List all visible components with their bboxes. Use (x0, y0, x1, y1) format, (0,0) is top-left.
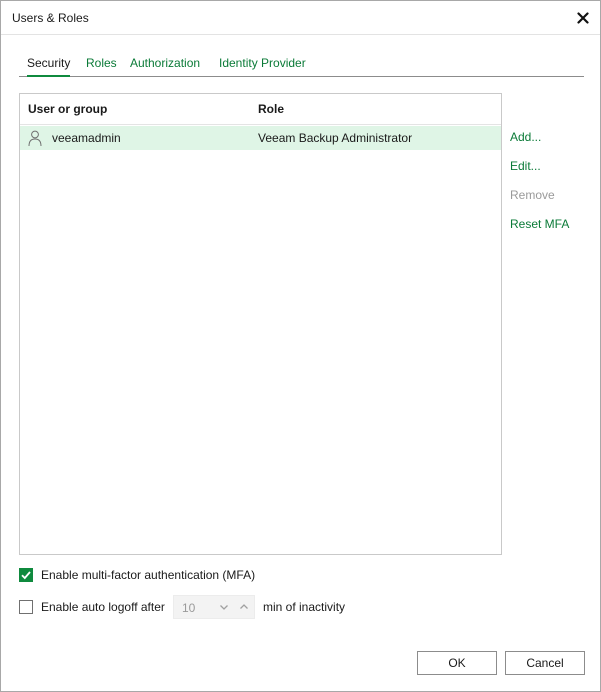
tab-bar: Security Roles Authorization Identity Pr… (19, 55, 584, 77)
title-bar: Users & Roles (1, 1, 600, 35)
add-link[interactable]: Add... (510, 130, 541, 144)
checkmark-icon (21, 571, 31, 580)
table-header: User or group Role (20, 94, 501, 125)
row-role: Veeam Backup Administrator (258, 131, 413, 145)
column-header-user[interactable]: User or group (28, 102, 107, 116)
tab-security[interactable]: Security (27, 56, 71, 77)
autologoff-suffix: min of inactivity (263, 600, 346, 614)
users-table[interactable]: User or group Role veeamadmin Veeam Back… (19, 93, 502, 555)
table-row[interactable]: veeamadmin Veeam Backup Administrator (20, 126, 501, 150)
tab-roles[interactable]: Roles (86, 56, 117, 76)
ok-button[interactable]: OK (417, 651, 497, 675)
cancel-button[interactable]: Cancel (505, 651, 585, 675)
window-title: Users & Roles (12, 11, 89, 25)
tab-authorization[interactable]: Authorization (130, 56, 200, 76)
autologoff-checkbox[interactable] (19, 600, 33, 614)
chevron-up-icon (240, 604, 248, 609)
autologoff-label[interactable]: Enable auto logoff after (41, 600, 165, 614)
row-user-name: veeamadmin (52, 131, 121, 145)
close-button[interactable] (572, 7, 594, 29)
mfa-checkbox[interactable] (19, 568, 33, 582)
chevron-down-icon (220, 605, 228, 610)
autologoff-minutes-value: 10 (182, 601, 196, 615)
users-roles-dialog: Users & Roles Security Roles Authorizati… (0, 0, 601, 692)
mfa-label[interactable]: Enable multi-factor authentication (MFA) (41, 568, 255, 582)
user-icon (28, 130, 42, 147)
remove-link: Remove (510, 188, 555, 202)
edit-link[interactable]: Edit... (510, 159, 541, 173)
autologoff-minutes-stepper: 10 (173, 595, 255, 619)
tab-identity-provider[interactable]: Identity Provider (219, 56, 306, 76)
close-icon (577, 12, 589, 24)
reset-mfa-link[interactable]: Reset MFA (510, 217, 569, 231)
column-header-role[interactable]: Role (258, 102, 284, 116)
